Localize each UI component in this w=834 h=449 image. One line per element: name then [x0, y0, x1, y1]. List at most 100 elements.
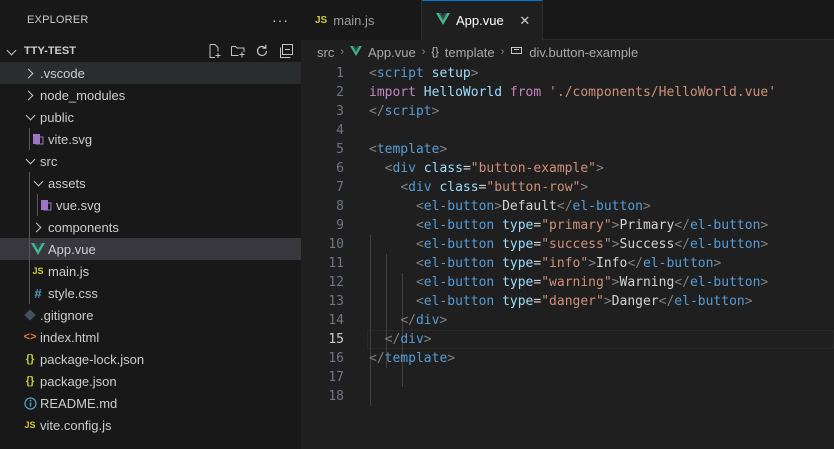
- git-icon: [22, 304, 38, 326]
- chevron-right-icon: [30, 216, 46, 238]
- breadcrumb-item[interactable]: div.button-example: [529, 45, 638, 60]
- editor-area: JS main.js App.vue ✕ src › App.vue › {} …: [301, 0, 834, 449]
- project-name: TTY-TEST: [24, 45, 76, 57]
- tree-item-src-folder[interactable]: src: [0, 150, 301, 172]
- breadcrumb-item[interactable]: src: [317, 45, 334, 60]
- new-file-icon[interactable]: [205, 42, 223, 60]
- indent-guide: [29, 216, 30, 238]
- tree-item-components-folder[interactable]: components: [0, 216, 301, 238]
- close-icon[interactable]: ✕: [518, 13, 532, 29]
- tree-item-label: main.js: [48, 263, 90, 279]
- breadcrumb-item[interactable]: template: [445, 45, 495, 60]
- line-number: 6: [336, 161, 344, 176]
- explorer-title: EXPLORER: [27, 14, 89, 26]
- explorer-actions: [205, 42, 295, 60]
- tree-item-label: index.html: [40, 329, 100, 345]
- tree-item-package-lock-json[interactable]: {} package-lock.json: [0, 348, 301, 370]
- tree-item-label: README.md: [40, 395, 118, 411]
- code-line: 2 import HelloWorld from './components/He…: [301, 83, 834, 102]
- js-icon: JS: [32, 266, 44, 276]
- tree-item-readme[interactable]: README.md: [0, 392, 301, 414]
- tab-app-vue[interactable]: App.vue ✕: [422, 0, 543, 40]
- js-icon: JS: [315, 14, 328, 26]
- tree-item-vite-svg[interactable]: vite.svg: [0, 128, 301, 150]
- code-line: 18: [301, 387, 834, 406]
- tree-item-label: .gitignore: [40, 307, 94, 323]
- code-line: 11 <el-button type="info">Info</el-butto…: [301, 254, 834, 273]
- tree-item-label: assets: [48, 175, 86, 191]
- tree-item-main-js[interactable]: JS main.js: [0, 260, 301, 282]
- code-line: 14 </div>: [301, 311, 834, 330]
- line-number: 3: [336, 104, 344, 119]
- line-number: 18: [328, 389, 344, 404]
- line-number: 13: [328, 294, 344, 309]
- breadcrumb-item[interactable]: App.vue: [368, 45, 416, 60]
- explorer-header: EXPLORER ···: [0, 0, 301, 40]
- json-icon: {}: [25, 375, 35, 387]
- code-editor[interactable]: 1 <script setup> 2 import HelloWorld from …: [301, 64, 834, 406]
- line-number: 17: [328, 370, 344, 385]
- vue-icon: [350, 45, 362, 59]
- vscode-window: EXPLORER ··· TTY-TEST .vscode node_modul…: [0, 0, 834, 449]
- tree-item-node-modules-folder[interactable]: node_modules: [0, 84, 301, 106]
- js-icon: JS: [24, 420, 36, 430]
- tree-item-public-folder[interactable]: public: [0, 106, 301, 128]
- chevron-down-icon: [30, 172, 46, 194]
- tree-item-label: vite.config.js: [40, 417, 112, 433]
- chevron-right-icon: [22, 62, 38, 84]
- line-number: 2: [336, 85, 344, 100]
- tree-item-label: style.css: [48, 285, 98, 301]
- chevron-right-icon: ›: [500, 46, 505, 58]
- line-number: 14: [328, 313, 344, 328]
- indent-guide: [29, 238, 30, 260]
- tab-label: App.vue: [456, 13, 504, 28]
- tree-item-style-css[interactable]: # style.css: [0, 282, 301, 304]
- code-line: 7 <div class="button-row">: [301, 178, 834, 197]
- code-line: 17: [301, 368, 834, 387]
- tree-item-vite-config-js[interactable]: JS vite.config.js: [0, 414, 301, 436]
- tree-item-label: src: [40, 153, 58, 169]
- line-number: 9: [336, 218, 344, 233]
- indent-guide: [29, 282, 30, 304]
- more-actions-icon[interactable]: ···: [272, 12, 289, 28]
- indent-guide: [29, 194, 30, 216]
- vue-icon: [436, 13, 450, 28]
- file-tree: .vscode node_modules public vite.svg src…: [0, 62, 301, 436]
- css-icon: #: [34, 285, 42, 301]
- tree-item-label: App.vue: [48, 241, 96, 257]
- tree-item-assets-folder[interactable]: assets: [0, 172, 301, 194]
- tree-item-label: public: [40, 109, 74, 125]
- tree-item-label: package.json: [40, 373, 117, 389]
- chevron-down-icon: [22, 106, 38, 128]
- html-icon: <>: [23, 331, 37, 343]
- tree-item-label: .vscode: [40, 65, 85, 81]
- indent-guide: [29, 172, 30, 194]
- line-number: 16: [328, 351, 344, 366]
- tab-main-js[interactable]: JS main.js: [301, 0, 422, 40]
- code-line: 4: [301, 121, 834, 140]
- tree-item-vscode-folder[interactable]: .vscode: [0, 62, 301, 84]
- line-number: 7: [336, 180, 344, 195]
- project-root[interactable]: TTY-TEST: [0, 40, 301, 62]
- tree-item-vue-svg[interactable]: vue.svg: [0, 194, 301, 216]
- chevron-down-icon: [22, 150, 38, 172]
- new-folder-icon[interactable]: [229, 42, 247, 60]
- collapse-all-icon[interactable]: [277, 42, 295, 60]
- indent-guide: [29, 260, 30, 282]
- tree-item-index-html[interactable]: <> index.html: [0, 326, 301, 348]
- vue-svg-icon: [30, 128, 46, 150]
- element-icon: [510, 44, 523, 60]
- code-line-current: 15 </div>: [301, 330, 834, 349]
- code-line: 9 <el-button type="primary">Primary</el-…: [301, 216, 834, 235]
- indent-guide: [37, 194, 38, 216]
- line-number: 1: [336, 66, 344, 81]
- tree-item-package-json[interactable]: {} package.json: [0, 370, 301, 392]
- line-number: 4: [336, 123, 344, 138]
- breadcrumb: src › App.vue › {} template › div.button…: [301, 40, 834, 64]
- refresh-icon[interactable]: [253, 42, 271, 60]
- code-line: 6 <div class="button-example">: [301, 159, 834, 178]
- tree-item-app-vue[interactable]: App.vue: [0, 238, 301, 260]
- tree-item-gitignore[interactable]: .gitignore: [0, 304, 301, 326]
- line-number: 5: [336, 142, 344, 157]
- chevron-right-icon: ›: [421, 46, 426, 58]
